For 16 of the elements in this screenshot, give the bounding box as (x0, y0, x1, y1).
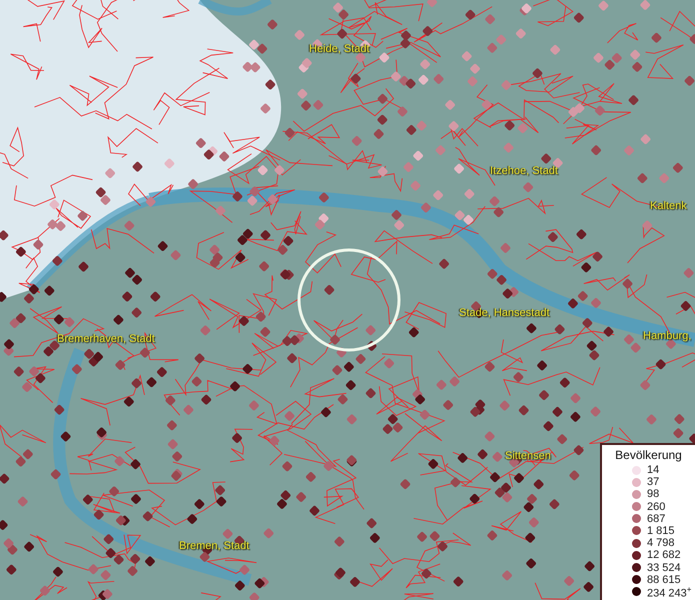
legend-value: 687 (647, 512, 666, 525)
place-label: Itzehoe, Stadt (490, 165, 558, 177)
legend-value: 14 (647, 464, 660, 476)
legend-value: 4 798 (647, 537, 675, 550)
legend-value: 37 (647, 476, 660, 488)
legend-value: 260 (647, 500, 666, 513)
place-label: Kaltenk (650, 200, 687, 212)
legend-value: 88 615 (647, 574, 681, 586)
place-label: Bremen, Stadt (179, 540, 250, 552)
legend-value: 12 682 (647, 549, 681, 562)
legend-value: 1 815 (647, 524, 675, 537)
legend-value: 234 243$^{+}$ (647, 584, 692, 600)
legend-value: 33 524 (647, 562, 681, 574)
legend-value: 98 (647, 488, 660, 500)
legend-title: Bevölkerung (615, 448, 682, 462)
place-label: Hamburg, (643, 330, 692, 342)
